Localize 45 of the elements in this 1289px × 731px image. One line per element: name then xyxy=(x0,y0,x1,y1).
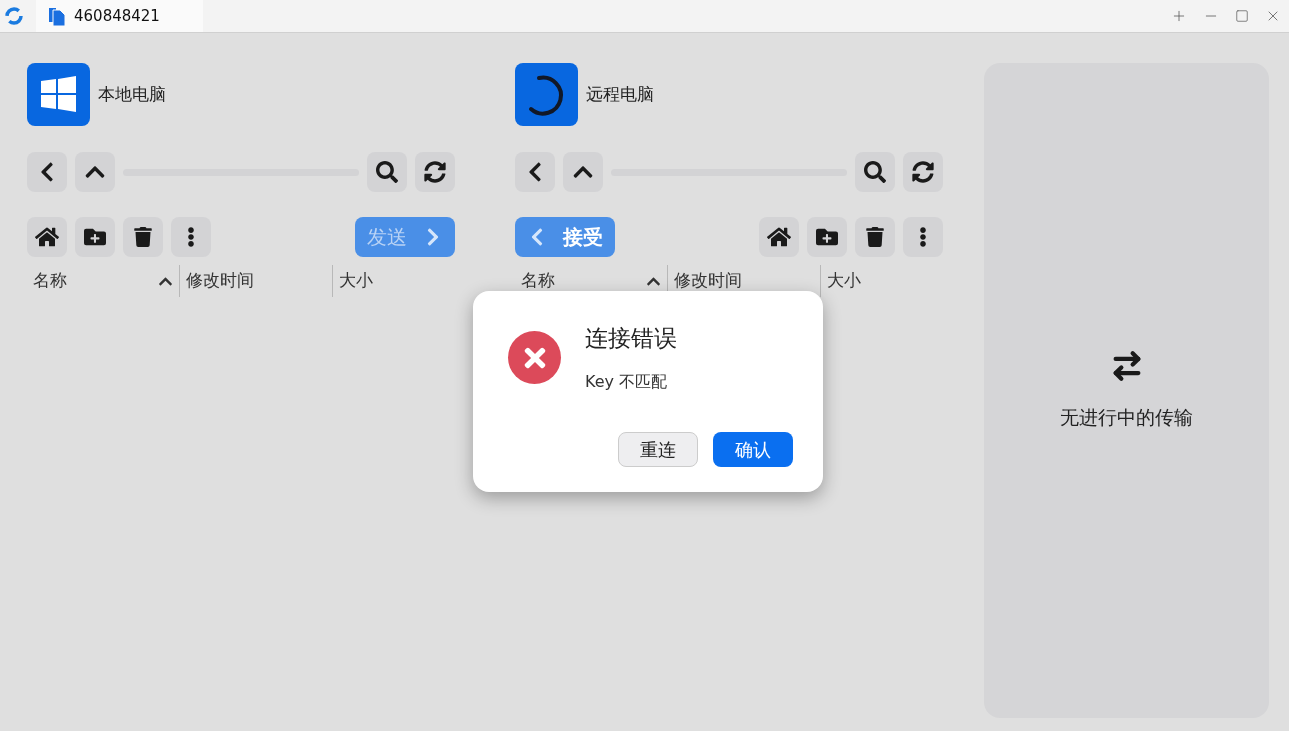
up-button[interactable] xyxy=(563,152,603,192)
home-icon xyxy=(35,225,59,249)
column-header[interactable]: 修改时间 xyxy=(186,268,254,294)
column-header[interactable]: 修改时间 xyxy=(674,268,742,294)
column-header[interactable]: 名称 xyxy=(33,268,67,294)
panel-title: 本地电脑 xyxy=(98,82,166,106)
home-button[interactable] xyxy=(27,217,67,257)
search-icon xyxy=(864,161,886,183)
windows-logo-icon xyxy=(27,63,90,126)
refresh-button[interactable] xyxy=(903,152,943,192)
column-header[interactable]: 大小 xyxy=(339,268,373,294)
refresh-icon xyxy=(424,161,446,183)
back-button[interactable] xyxy=(27,152,67,192)
file-icon xyxy=(48,6,66,26)
reconnect-button[interactable]: 重连 xyxy=(618,432,698,467)
trash-icon xyxy=(865,227,885,247)
column-header[interactable]: 大小 xyxy=(827,268,861,294)
back-button[interactable] xyxy=(515,152,555,192)
folder-plus-icon xyxy=(84,226,106,248)
panel-title: 远程电脑 xyxy=(586,82,654,106)
folder-plus-icon xyxy=(816,226,838,248)
search-icon xyxy=(376,161,398,183)
refresh-button[interactable] xyxy=(415,152,455,192)
home-button[interactable] xyxy=(759,217,799,257)
confirm-button[interactable]: 确认 xyxy=(713,432,793,467)
loading-spinner-icon xyxy=(515,63,578,126)
column-header[interactable]: 名称 xyxy=(521,268,555,294)
tab[interactable]: 460848421 xyxy=(36,0,203,32)
search-button[interactable] xyxy=(367,152,407,192)
delete-button[interactable] xyxy=(123,217,163,257)
dialog-title: 连接错误 xyxy=(585,324,677,353)
up-button[interactable] xyxy=(75,152,115,192)
empty-transfers-text: 无进行中的传输 xyxy=(1060,405,1193,431)
app-logo-icon xyxy=(4,6,24,26)
more-button[interactable] xyxy=(903,217,943,257)
home-icon xyxy=(767,225,791,249)
new-folder-button[interactable] xyxy=(807,217,847,257)
search-button[interactable] xyxy=(855,152,895,192)
refresh-icon xyxy=(912,161,934,183)
delete-button[interactable] xyxy=(855,217,895,257)
error-icon xyxy=(508,331,561,384)
trash-icon xyxy=(133,227,153,247)
new-folder-button[interactable] xyxy=(75,217,115,257)
more-button[interactable] xyxy=(171,217,211,257)
dialog-message: Key 不匹配 xyxy=(585,370,669,393)
